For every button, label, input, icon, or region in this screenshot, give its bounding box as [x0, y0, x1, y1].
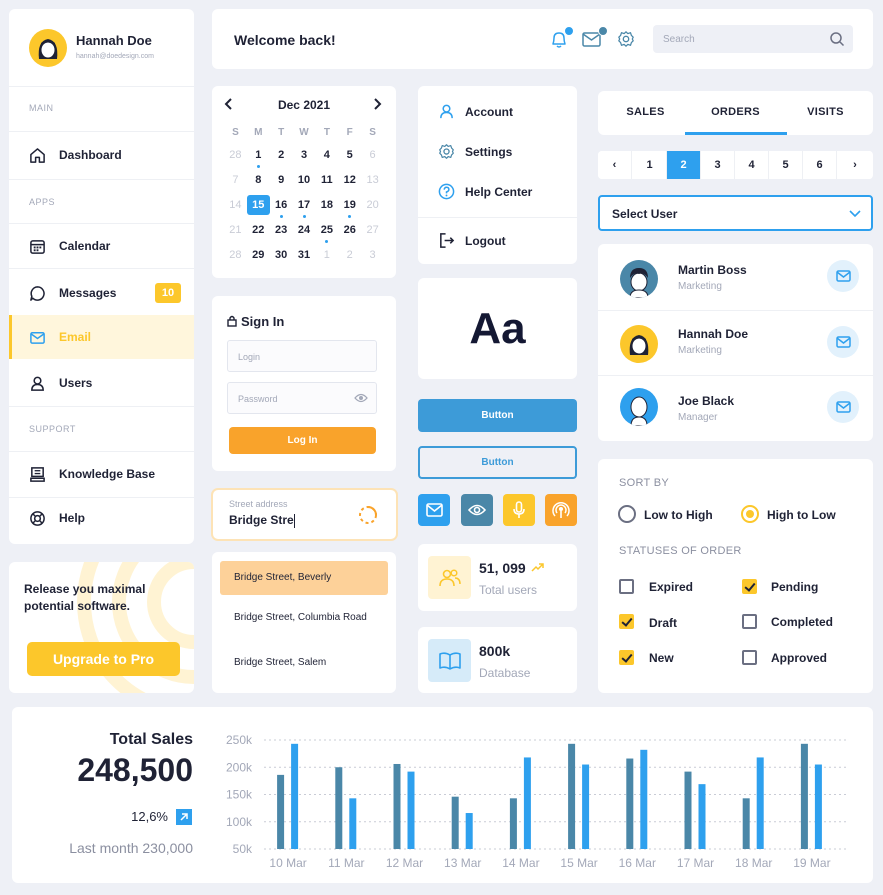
- x-tick-label: 10 Mar: [269, 856, 306, 870]
- x-tick-label: 14 Mar: [502, 856, 539, 870]
- chart-bar: [684, 771, 692, 849]
- x-tick-label: 18 Mar: [735, 856, 772, 870]
- chart-bar: [451, 796, 459, 849]
- chart-bar: [568, 743, 576, 849]
- chart-bar: [756, 757, 764, 849]
- sales-bar-chart: 250k 200k 150k 100k 50k 10 Mar 11 Mar 12 Mar 13 …: [226, 733, 846, 870]
- y-tick-label: 150k: [226, 788, 253, 802]
- chart-bar: [640, 749, 648, 849]
- y-tick-label: 250k: [226, 733, 253, 747]
- chart-bar: [349, 798, 357, 849]
- x-tick-label: 17 Mar: [677, 856, 714, 870]
- chart-bar: [407, 771, 415, 849]
- x-tick-label: 19 Mar: [793, 856, 830, 870]
- chart-bar: [291, 743, 299, 849]
- chart-bar: [800, 743, 808, 849]
- x-tick-label: 13 Mar: [444, 856, 481, 870]
- chart-bar: [335, 767, 343, 849]
- chart-bar: [814, 764, 822, 849]
- x-tick-label: 16 Mar: [619, 856, 656, 870]
- chart-bar: [626, 758, 634, 849]
- y-tick-label: 100k: [226, 815, 253, 829]
- x-tick-label: 15 Mar: [560, 856, 597, 870]
- y-tick-label: 50k: [233, 842, 253, 856]
- chart-bar: [742, 798, 750, 849]
- chart-bar: [277, 774, 285, 849]
- chart-bar: [582, 764, 590, 849]
- y-tick-label: 200k: [226, 760, 253, 774]
- x-tick-label: 12 Mar: [386, 856, 423, 870]
- chart-bar: [509, 798, 517, 849]
- x-tick-label: 11 Mar: [328, 856, 364, 870]
- chart-bar: [523, 757, 531, 849]
- chart-bar: [393, 763, 401, 849]
- chart-bar: [465, 813, 473, 849]
- chart-bar: [698, 784, 706, 849]
